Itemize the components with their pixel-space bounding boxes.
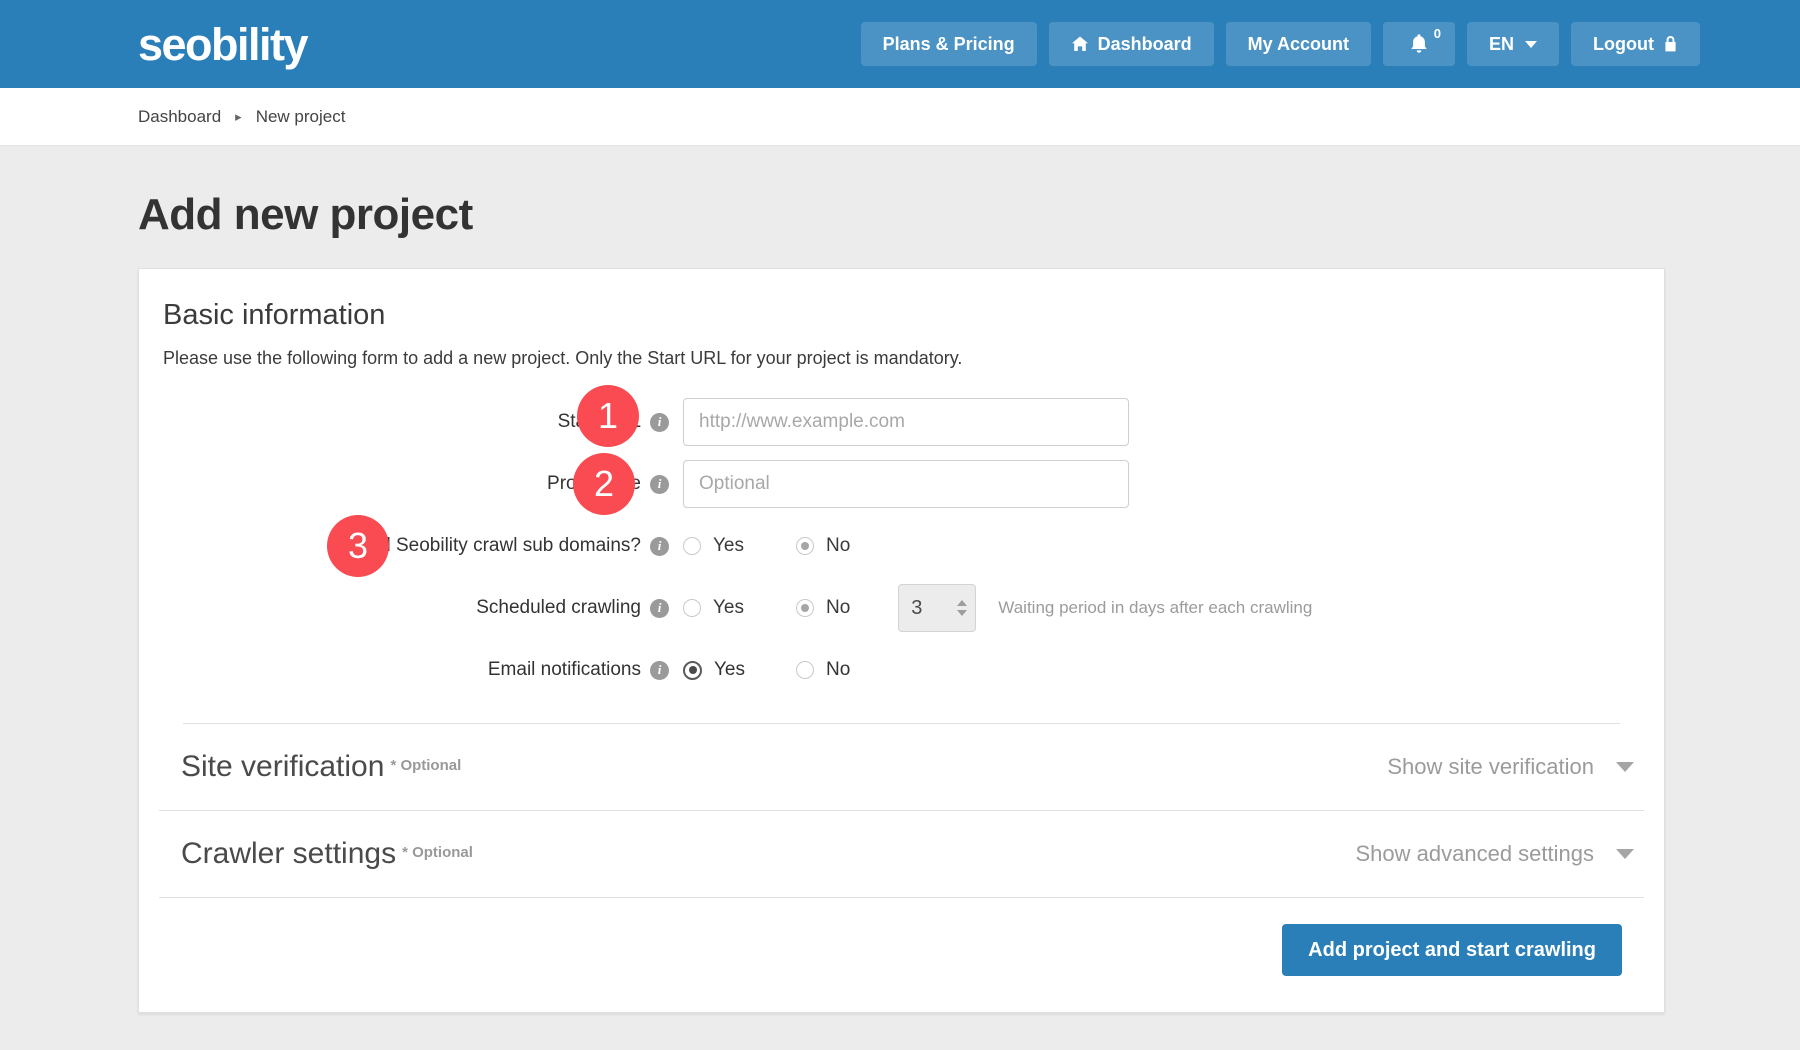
field-start-url — [683, 398, 1129, 446]
radio-email-notifications-no-label: No — [826, 659, 850, 681]
site-verification-title: Site verification — [181, 750, 384, 783]
site-verification-title-wrap: Site verification * Optional — [181, 750, 461, 784]
breadcrumb-separator-icon: ▸ — [235, 110, 242, 123]
radio-dot-icon — [683, 537, 701, 555]
step-badge-2: 2 — [573, 453, 635, 515]
chevron-up-icon[interactable] — [957, 600, 967, 606]
notification-count-badge: 0 — [1434, 27, 1441, 40]
info-icon[interactable]: i — [650, 661, 669, 680]
radio-group-scheduled-crawling: Yes No — [683, 597, 850, 619]
radio-email-notifications-yes-label: Yes — [714, 659, 745, 681]
radio-dot-icon — [683, 661, 702, 680]
page-content: Add new project Basic information Please… — [0, 190, 1800, 1013]
nav-my-account-label: My Account — [1248, 34, 1349, 55]
radio-email-notifications-yes[interactable]: Yes — [683, 659, 796, 681]
project-title-input[interactable] — [683, 460, 1129, 508]
section-title-basic-information: Basic information — [163, 299, 1640, 332]
radio-email-notifications-no[interactable]: No — [796, 659, 850, 681]
nav-plans-pricing-button[interactable]: Plans & Pricing — [861, 22, 1037, 66]
crawler-settings-optional-tag: * Optional — [402, 844, 473, 861]
radio-sub-domains-no-label: No — [826, 535, 850, 557]
label-email-notifications-text: Email notifications — [488, 659, 641, 681]
nav-dashboard-label: Dashboard — [1098, 34, 1192, 55]
info-icon[interactable]: i — [650, 475, 669, 494]
label-sub-domains: Should Seobility crawl sub domains? i — [163, 535, 683, 557]
form-row-scheduled-crawling: Scheduled crawling i Yes No 3 — [163, 577, 1640, 639]
crawler-settings-title-wrap: Crawler settings * Optional — [181, 837, 473, 871]
site-verification-toggle[interactable]: Show site verification — [1387, 754, 1634, 780]
site-verification-optional-tag: * Optional — [390, 757, 461, 774]
radio-dot-icon — [796, 599, 814, 617]
form-row-sub-domains: 3 Should Seobility crawl sub domains? i … — [163, 515, 1640, 577]
breadcrumb: Dashboard ▸ New project — [0, 88, 1800, 146]
card-footer: Add project and start crawling — [139, 898, 1664, 1012]
label-scheduled-crawling: Scheduled crawling i — [163, 597, 683, 619]
nav-plans-pricing-label: Plans & Pricing — [883, 34, 1015, 55]
info-icon[interactable]: i — [650, 537, 669, 556]
info-icon[interactable]: i — [650, 599, 669, 618]
home-icon — [1071, 35, 1089, 53]
crawler-settings-toggle[interactable]: Show advanced settings — [1356, 841, 1635, 867]
chevron-down-icon[interactable] — [957, 610, 967, 616]
radio-scheduled-crawling-yes[interactable]: Yes — [683, 597, 796, 619]
radio-scheduled-crawling-no[interactable]: No — [796, 597, 850, 619]
lock-icon — [1663, 35, 1678, 53]
field-project-title — [683, 460, 1129, 508]
nav-logout-button[interactable]: Logout — [1571, 22, 1700, 66]
stepper-arrows[interactable] — [957, 600, 967, 616]
bell-icon — [1409, 33, 1429, 55]
breadcrumb-item-dashboard[interactable]: Dashboard — [138, 107, 221, 127]
crawler-settings-toggle-label: Show advanced settings — [1356, 841, 1595, 867]
radio-group-email-notifications: Yes No — [683, 659, 850, 681]
form-row-start-url: 1 Start URL i — [163, 391, 1640, 453]
radio-dot-icon — [796, 537, 814, 555]
radio-scheduled-crawling-yes-label: Yes — [713, 597, 744, 619]
nav-language-button[interactable]: EN — [1467, 22, 1559, 66]
nav-language-label: EN — [1489, 34, 1514, 55]
radio-group-sub-domains: Yes No — [683, 535, 850, 557]
form-row-email-notifications: Email notifications i Yes No — [163, 639, 1640, 701]
step-badge-3: 3 — [327, 515, 389, 577]
label-scheduled-crawling-text: Scheduled crawling — [476, 597, 641, 619]
step-badge-1: 1 — [577, 385, 639, 447]
chevron-down-icon[interactable] — [1616, 849, 1634, 859]
basic-information-section: Basic information Please use the followi… — [139, 269, 1664, 724]
add-project-card: Basic information Please use the followi… — [138, 268, 1665, 1013]
radio-sub-domains-yes-label: Yes — [713, 535, 744, 557]
site-verification-section-header[interactable]: Site verification * Optional Show site ve… — [139, 724, 1664, 810]
seobility-logo[interactable]: seobility — [138, 22, 307, 67]
nav-logout-label: Logout — [1593, 34, 1654, 55]
start-url-input[interactable] — [683, 398, 1129, 446]
crawler-settings-section-header[interactable]: Crawler settings * Optional Show advanced… — [139, 811, 1664, 897]
nav-my-account-button[interactable]: My Account — [1226, 22, 1371, 66]
radio-scheduled-crawling-no-label: No — [826, 597, 850, 619]
nav-dashboard-button[interactable]: Dashboard — [1049, 22, 1214, 66]
top-navigation-bar: seobility Plans & Pricing Dashboard My A… — [0, 0, 1800, 88]
info-icon[interactable]: i — [650, 413, 669, 432]
waiting-days-value: 3 — [911, 597, 957, 620]
nav-notifications-button[interactable]: 0 — [1383, 22, 1455, 66]
label-email-notifications: Email notifications i — [163, 659, 683, 681]
chevron-down-icon — [1525, 41, 1537, 48]
waiting-days-helper-text: Waiting period in days after each crawli… — [998, 598, 1312, 618]
site-verification-toggle-label: Show site verification — [1387, 754, 1594, 780]
radio-dot-icon — [796, 661, 814, 679]
breadcrumb-item-current: New project — [256, 107, 346, 127]
main-nav: Plans & Pricing Dashboard My Account 0 E… — [861, 22, 1700, 66]
add-project-button[interactable]: Add project and start crawling — [1282, 924, 1622, 976]
radio-sub-domains-no[interactable]: No — [796, 535, 850, 557]
section-description: Please use the following form to add a n… — [163, 348, 1640, 369]
form-row-project-title: 2 Project title i — [163, 453, 1640, 515]
crawler-settings-title: Crawler settings — [181, 837, 396, 870]
waiting-days-stepper[interactable]: 3 — [898, 584, 976, 632]
page-title: Add new project — [138, 190, 1800, 240]
radio-dot-icon — [683, 599, 701, 617]
chevron-down-icon[interactable] — [1616, 762, 1634, 772]
radio-sub-domains-yes[interactable]: Yes — [683, 535, 796, 557]
